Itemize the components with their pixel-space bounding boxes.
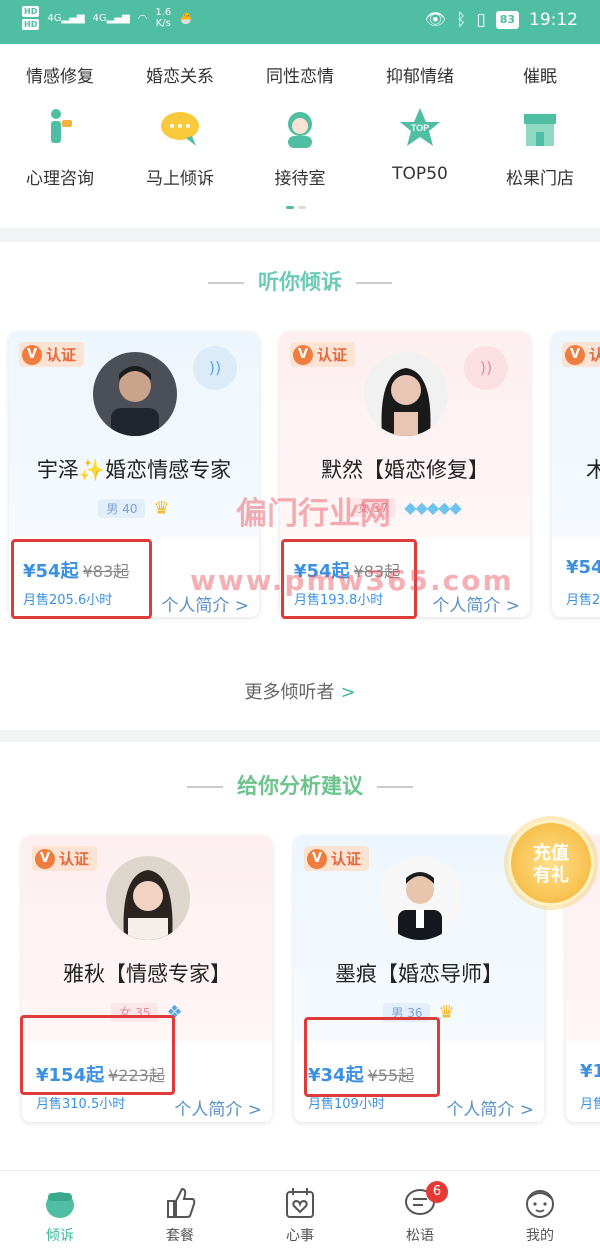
highlight-box [304,1017,440,1097]
bottom-nav: 倾诉 套餐 心事 松语 6 我的 [0,1170,600,1250]
gender-age-tag: 男 40 [98,499,146,518]
quick-link-talk-now[interactable]: 马上倾诉 [120,106,240,189]
store-icon [524,114,556,146]
listener-card[interactable]: V认 木 ¥54 月售2 [552,332,600,617]
pinecone-icon [46,1192,74,1218]
more-listeners-link[interactable]: 更多倾听者 > [0,678,600,704]
monthly-sales: 月售2 [566,593,600,608]
tab-packages[interactable]: 套餐 [120,1171,240,1250]
crown-icon: ♛ [438,1002,455,1023]
verified-badge: V 认证 [304,846,370,871]
profile-face-icon [526,1190,554,1218]
category-tab[interactable]: 情感修复 [0,62,120,87]
category-tab[interactable]: 同性恋情 [240,62,360,87]
page-indicator [286,206,306,209]
avatar [106,856,190,940]
quick-link-consult[interactable]: 心理咨询 [0,106,120,189]
network-speed: 1.6 K/s [155,7,172,29]
crown-icon: ♛ [153,498,170,519]
category-tab[interactable]: 抑郁情绪 [360,62,480,87]
battery-icon: 83 [495,11,519,29]
section-title: 听你倾诉 [0,266,600,296]
status-bar: HD HD 4G▂▄▆ 4G▂▄▆ ◠ 1.6 K/s 🐣 👁 ᛒ ▯ 83 19… [0,0,600,44]
tab-talk[interactable]: 倾诉 [0,1171,120,1250]
quick-link-store[interactable]: 松果门店 [480,106,600,189]
hd-label: HD [22,6,40,17]
tab-thoughts[interactable]: 心事 [240,1171,360,1250]
wifi-icon: ◠ [137,11,148,25]
advisor-name: 墨痕【婚恋导师】 [335,962,503,986]
voice-icon[interactable]: )) [464,346,508,390]
tab-me[interactable]: 我的 [480,1171,600,1250]
vibrate-icon: ▯ [476,10,486,30]
profile-link[interactable]: 个人简介 > [446,1095,534,1120]
unread-badge: 6 [426,1181,448,1203]
price: ¥54 [566,557,600,578]
watermark: 偏门行业网 [236,496,391,532]
headset-agent-icon [288,112,312,148]
person-consult-icon [51,109,72,143]
app-notification-icon: 🐣 [179,11,193,25]
section-title: 给你分析建议 [0,770,600,800]
advisor-name: 雅秋【情感专家】 [63,962,231,986]
eye-icon: 👁 [424,10,447,30]
category-tab[interactable]: 婚恋关系 [120,62,240,87]
avatar [93,352,177,436]
category-panel: 情感修复 婚恋关系 同性恋情 抑郁情绪 催眠 心理咨询 马上倾诉 接待室 TOP [0,44,600,228]
verified-badge: V 认证 [19,342,85,367]
hd-label: HD [22,19,40,30]
highlight-box [20,1015,175,1095]
verified-icon: V [293,344,313,365]
verified-icon: V [22,344,42,365]
monthly-sales: 月售 [580,1097,600,1112]
quick-link-reception[interactable]: 接待室 [240,106,360,189]
listener-name: 宇泽✨婚恋情感专家 [36,458,232,482]
recharge-promo-button[interactable]: 充值有礼 [508,820,594,906]
verified-icon: V [35,848,55,869]
highlight-box [11,539,152,619]
chat-bubble-icon [161,112,199,146]
chevron-right-icon: > [340,682,356,703]
price: ¥1 [580,1061,600,1082]
tab-messages[interactable]: 松语 6 [360,1171,480,1250]
listener-name: 默然【婚恋修复】 [321,458,489,482]
verified-badge: V认 [562,342,600,367]
verified-icon: V [565,344,585,365]
star-top-icon: TOP [400,108,440,146]
monthly-sales: 月售310.5小时 [36,1097,126,1112]
listener-name: 木 [586,458,600,482]
clock: 19:12 [529,10,578,30]
listen-section: 听你倾诉 V 认证 )) 宇泽✨婚恋情感专家 男 40 ♛ ¥54起 ¥83起 月售2… [0,242,600,730]
signal-icon: 4G▂▄▆ [92,12,130,24]
profile-link[interactable]: 个人简介 > [174,1095,262,1120]
watermark: www.pmw365.com [190,564,514,597]
voice-icon[interactable]: )) [193,346,237,390]
thumbs-up-icon [167,1187,196,1218]
quick-links: 心理咨询 马上倾诉 接待室 TOP TOP50 松果门店 [0,106,600,189]
verified-badge: V 认证 [290,342,356,367]
advice-section: 给你分析建议 V 认证 雅秋【情感专家】 女 35 ❖ ¥154起 ¥223起 月售3… [0,742,600,1170]
avatar [364,352,448,436]
bluetooth-icon: ᛒ [456,10,467,30]
category-tabs: 情感修复 婚恋关系 同性恋情 抑郁情绪 催眠 [0,62,600,87]
calendar-heart-icon [286,1188,314,1218]
diamond-level-icon: ◆◆◆◆◆ [404,498,462,517]
verified-icon: V [307,848,327,869]
avatar [378,856,462,940]
signal-icon: 4G▂▄▆ [47,12,85,24]
quick-link-top50[interactable]: TOP TOP50 [360,106,480,189]
category-tab[interactable]: 催眠 [480,62,600,87]
verified-badge: V 认证 [32,846,98,871]
svg-text:TOP: TOP [411,123,429,133]
hd-indicator: HD HD [22,6,40,30]
